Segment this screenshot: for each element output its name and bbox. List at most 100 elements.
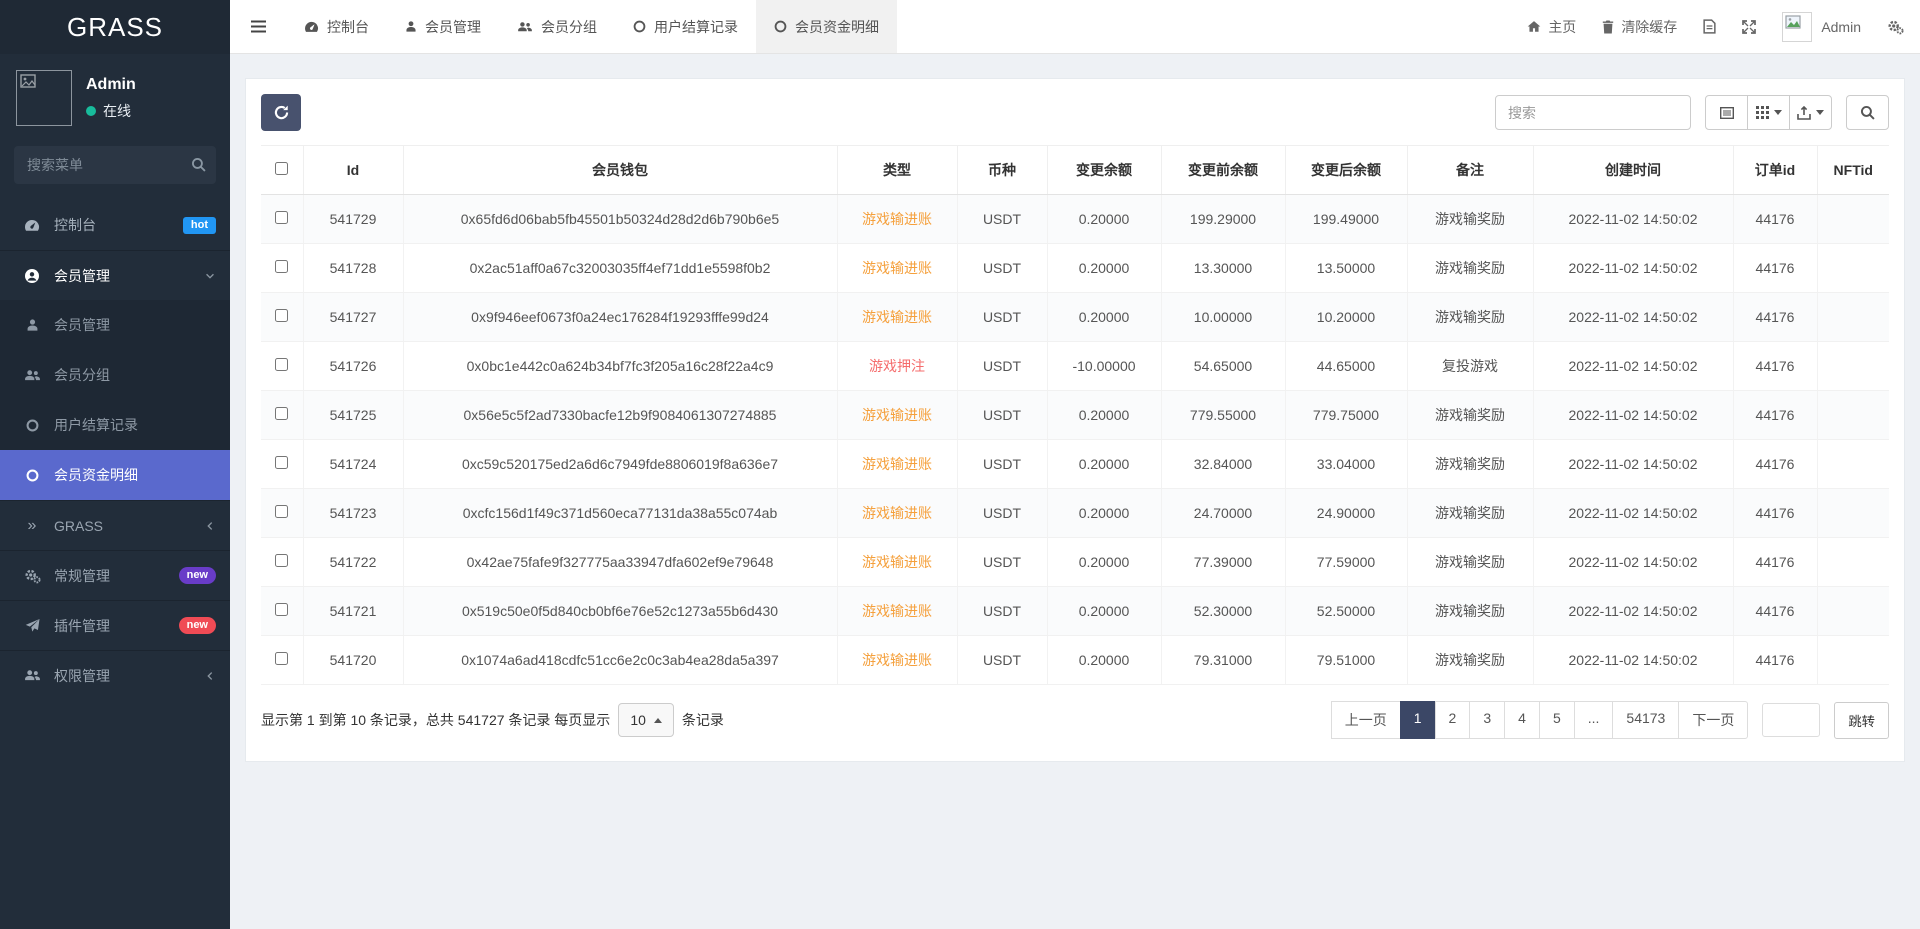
tab-dashboard[interactable]: 控制台 — [286, 0, 387, 53]
column-header[interactable]: NFTid — [1817, 146, 1889, 195]
sidebar-item-settlement[interactable]: 用户结算记录 — [0, 400, 230, 450]
cell-before-balance: 13.30000 — [1161, 244, 1285, 293]
column-header[interactable]: 会员钱包 — [403, 146, 837, 195]
fund-records-table: Id会员钱包类型币种变更余额变更前余额变更后余额备注创建时间订单idNFTid … — [261, 145, 1889, 685]
row-checkbox[interactable] — [275, 260, 288, 273]
page-button[interactable]: 1 — [1400, 701, 1436, 739]
page-jump-input[interactable] — [1762, 703, 1820, 737]
page-button[interactable]: 5 — [1539, 701, 1575, 739]
sidebar-item-member-header[interactable]: 会员管理 — [0, 250, 230, 300]
row-checkbox[interactable] — [275, 211, 288, 224]
fullscreen-icon[interactable] — [1742, 20, 1756, 34]
table-row[interactable]: 541728 0x2ac51aff0a67c32003035ff4ef71dd1… — [261, 244, 1889, 293]
cell-id: 541729 — [303, 195, 403, 244]
cell-id: 541725 — [303, 391, 403, 440]
row-checkbox[interactable] — [275, 309, 288, 322]
cell-created-time: 2022-11-02 14:50:02 — [1533, 342, 1733, 391]
column-header[interactable]: 创建时间 — [1533, 146, 1733, 195]
circle-o-icon — [22, 419, 42, 432]
sidebar-item-fund-detail[interactable]: 会员资金明细 — [0, 450, 230, 500]
page-button[interactable]: 3 — [1469, 701, 1505, 739]
member-submenu: 会员管理 会员分组 用户结算记录 会员资金明细 — [0, 300, 230, 500]
row-checkbox[interactable] — [275, 652, 288, 665]
cell-type: 游戏输进账 — [837, 195, 957, 244]
admin-menu[interactable]: Admin — [1782, 12, 1861, 42]
cell-wallet: 0x0bc1e442c0a624b34bf7fc3f205a16c28f22a4… — [403, 342, 837, 391]
home-link[interactable]: 主页 — [1527, 17, 1576, 37]
table-row[interactable]: 541726 0x0bc1e442c0a624b34bf7fc3f205a16c… — [261, 342, 1889, 391]
tab-member-manage[interactable]: 会员管理 — [387, 0, 499, 53]
page-button[interactable]: 上一页 — [1331, 701, 1401, 739]
table-row[interactable]: 541720 0x1074a6ad418cdfc51cc6e2c0c3ab4ea… — [261, 636, 1889, 685]
toggle-view-button[interactable] — [1705, 95, 1748, 130]
advanced-search-button[interactable] — [1846, 95, 1889, 130]
file-record-icon[interactable] — [1703, 19, 1716, 34]
table-row[interactable]: 541724 0xc59c520175ed2a6d6c7949fde880601… — [261, 440, 1889, 489]
menu-search-input[interactable] — [14, 146, 216, 184]
column-header[interactable]: 变更余额 — [1047, 146, 1161, 195]
pagination-info-text: 显示第 1 到第 10 条记录，总共 541727 条记录 每页显示 — [261, 710, 610, 730]
cell-nft-id — [1817, 391, 1889, 440]
page-size-dropdown[interactable]: 10 — [618, 703, 674, 737]
table-row[interactable]: 541727 0x9f946eef0673f0a24ec176284f19293… — [261, 293, 1889, 342]
tab-fund-detail[interactable]: 会员资金明细 — [756, 0, 897, 53]
sidebar-item-auth[interactable]: 权限管理 — [0, 650, 230, 700]
page-button[interactable]: 54173 — [1612, 701, 1679, 739]
sidebar-menu: 控制台 hot 会员管理 会员管理 会员分组 用户结算记 — [0, 200, 230, 929]
sidebar-item-dashboard[interactable]: 控制台 hot — [0, 200, 230, 250]
row-checkbox[interactable] — [275, 505, 288, 518]
settings-gears-icon[interactable] — [1887, 19, 1904, 35]
tab-member-group[interactable]: 会员分组 — [499, 0, 615, 53]
clear-cache-label: 清除缓存 — [1621, 17, 1677, 37]
row-checkbox[interactable] — [275, 407, 288, 420]
column-header[interactable]: 变更后余额 — [1285, 146, 1407, 195]
page-button[interactable]: 2 — [1435, 701, 1471, 739]
user-panel: Admin 在线 — [0, 54, 230, 140]
clear-cache-link[interactable]: 清除缓存 — [1602, 17, 1677, 37]
content-area: Id会员钱包类型币种变更余额变更前余额变更后余额备注创建时间订单idNFTid … — [230, 54, 1920, 929]
table-search-input[interactable] — [1495, 95, 1691, 130]
cell-created-time: 2022-11-02 14:50:02 — [1533, 636, 1733, 685]
cell-before-balance: 10.00000 — [1161, 293, 1285, 342]
export-button[interactable] — [1789, 95, 1832, 130]
type-label: 游戏输进账 — [862, 652, 932, 668]
column-header[interactable]: 订单id — [1733, 146, 1817, 195]
app-logo[interactable]: GRASS — [0, 0, 230, 54]
sidebar-item-grass[interactable]: » GRASS — [0, 500, 230, 550]
table-row[interactable]: 541725 0x56e5c5f2ad7330bacfe12b9f9084061… — [261, 391, 1889, 440]
row-checkbox[interactable] — [275, 456, 288, 469]
column-header[interactable]: 类型 — [837, 146, 957, 195]
columns-button[interactable] — [1747, 95, 1790, 130]
cell-coin: USDT — [957, 391, 1047, 440]
row-checkbox[interactable] — [275, 603, 288, 616]
table-row[interactable]: 541729 0x65fd6d06bab5fb45501b50324d28d2d… — [261, 195, 1889, 244]
sidebar-item-member-manage[interactable]: 会员管理 — [0, 300, 230, 350]
page-button[interactable]: 下一页 — [1678, 701, 1748, 739]
sidebar-toggle-button[interactable] — [230, 0, 286, 53]
column-header[interactable]: 币种 — [957, 146, 1047, 195]
cell-wallet: 0x519c50e0f5d840cb0bf6e76e52c1273a55b6d4… — [403, 587, 837, 636]
tab-settlement[interactable]: 用户结算记录 — [615, 0, 756, 53]
column-header[interactable]: 备注 — [1407, 146, 1533, 195]
select-all-checkbox[interactable] — [275, 162, 288, 175]
table-row[interactable]: 541721 0x519c50e0f5d840cb0bf6e76e52c1273… — [261, 587, 1889, 636]
sidebar-item-plugin[interactable]: 插件管理 new — [0, 600, 230, 650]
table-row[interactable]: 541723 0xcfc156d1f49c371d560eca77131da38… — [261, 489, 1889, 538]
column-header[interactable]: Id — [303, 146, 403, 195]
page-button[interactable]: 4 — [1504, 701, 1540, 739]
type-label: 游戏输进账 — [862, 309, 932, 325]
page-jump-button[interactable]: 跳转 — [1834, 702, 1889, 739]
table-row[interactable]: 541722 0x42ae75fafe9f327775aa33947dfa602… — [261, 538, 1889, 587]
trash-icon — [1602, 20, 1614, 34]
column-header[interactable]: 变更前余额 — [1161, 146, 1285, 195]
sidebar-item-general[interactable]: 常规管理 new — [0, 550, 230, 600]
refresh-button[interactable] — [261, 94, 301, 131]
row-checkbox[interactable] — [275, 554, 288, 567]
online-label: 在线 — [103, 101, 131, 121]
row-checkbox[interactable] — [275, 358, 288, 371]
search-icon[interactable] — [191, 157, 206, 172]
caret-down-icon — [1774, 110, 1782, 115]
page-button[interactable]: ... — [1574, 701, 1614, 739]
sidebar-item-member-group[interactable]: 会员分组 — [0, 350, 230, 400]
cell-wallet: 0xcfc156d1f49c371d560eca77131da38a55c074… — [403, 489, 837, 538]
